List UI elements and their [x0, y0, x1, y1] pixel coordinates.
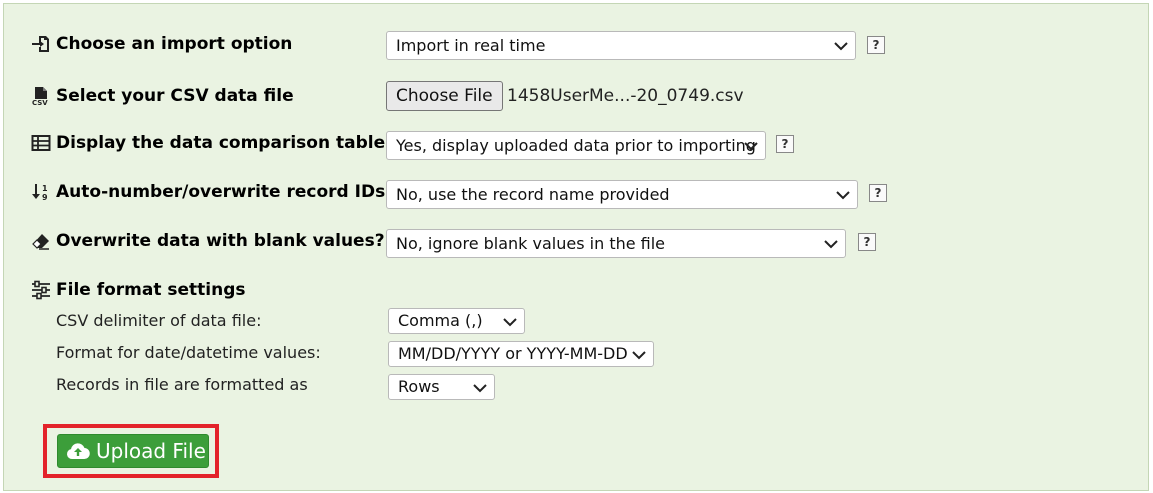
csv-file-icon: CSV — [31, 86, 51, 106]
svg-text:CSV: CSV — [32, 99, 48, 106]
records-format-select[interactable]: Rows — [388, 374, 495, 400]
comparison-table-label: Display the data comparison table? — [31, 132, 395, 154]
selected-file-name: 1458UserMe...-20_0749.csv — [507, 86, 744, 106]
auto-number-help-button[interactable]: ? — [869, 184, 887, 202]
chevron-down-icon — [834, 42, 848, 51]
import-option-help-button[interactable]: ? — [867, 36, 885, 54]
auto-number-label: 19 Auto-number/overwrite record IDs? — [31, 181, 395, 203]
file-import-icon — [31, 34, 51, 54]
import-option-select[interactable]: Import in real time — [386, 31, 856, 60]
chevron-down-icon — [632, 351, 646, 360]
upload-file-button[interactable]: Upload File — [57, 434, 209, 468]
svg-text:9: 9 — [42, 193, 48, 202]
upload-highlight-frame: Upload File — [43, 424, 219, 478]
overwrite-blank-label: Overwrite data with blank values? — [31, 230, 385, 252]
choose-file-button[interactable]: Choose File — [386, 81, 503, 111]
overwrite-blank-help-button[interactable]: ? — [858, 233, 876, 251]
records-format-label: Records in file are formatted as — [56, 375, 308, 394]
chevron-down-icon — [473, 384, 487, 393]
chevron-down-icon — [836, 191, 850, 200]
overwrite-blank-select[interactable]: No, ignore blank values in the file — [386, 229, 846, 258]
chevron-down-icon — [824, 240, 838, 249]
sliders-icon — [31, 280, 51, 300]
import-panel: Choose an import option Import in real t… — [3, 3, 1149, 491]
comparison-table-select[interactable]: Yes, display uploaded data prior to impo… — [386, 131, 766, 160]
table-icon — [31, 133, 51, 153]
cloud-upload-icon — [66, 442, 90, 460]
delimiter-label: CSV delimiter of data file: — [56, 311, 262, 330]
date-format-label: Format for date/datetime values: — [56, 343, 321, 362]
comparison-table-help-button[interactable]: ? — [776, 135, 794, 153]
auto-number-select[interactable]: No, use the record name provided — [386, 180, 858, 209]
import-option-label: Choose an import option — [31, 33, 292, 55]
sort-numeric-icon: 19 — [31, 182, 51, 202]
format-settings-title: File format settings — [31, 279, 246, 301]
delimiter-select[interactable]: Comma (,) — [388, 308, 525, 334]
chevron-down-icon — [744, 142, 758, 151]
date-format-select[interactable]: MM/DD/YYYY or YYYY-MM-DD — [388, 341, 654, 367]
eraser-icon — [31, 231, 51, 251]
svg-text:1: 1 — [42, 184, 48, 193]
csv-file-label: CSV Select your CSV data file — [31, 86, 294, 106]
chevron-down-icon — [503, 318, 517, 327]
